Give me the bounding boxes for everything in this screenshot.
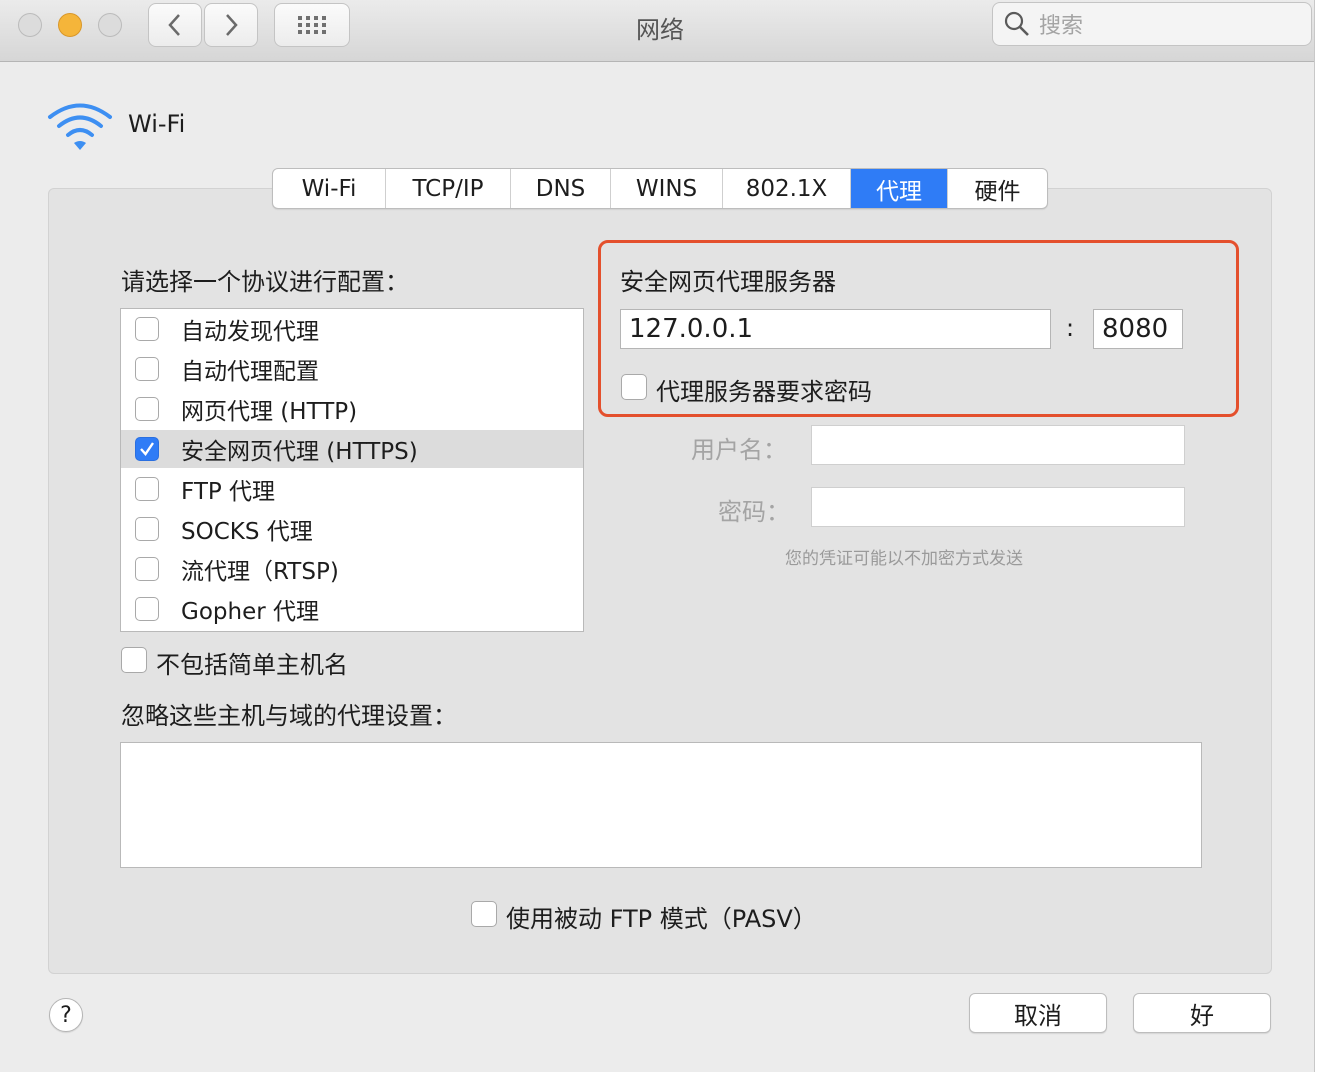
exclude-simple-hostnames-label: 不包括简单主机名 — [156, 651, 348, 679]
tab-wifi[interactable]: Wi-Fi — [273, 169, 386, 208]
chevron-left-icon — [168, 14, 180, 36]
proxy-port-field[interactable]: 8080 — [1093, 309, 1183, 349]
passive-ftp-checkbox[interactable] — [471, 901, 497, 927]
protocol-item-https[interactable]: 安全网页代理 (HTTPS) — [121, 430, 583, 468]
proxy-server-heading: 安全网页代理服务器 — [620, 268, 836, 296]
tab-dns[interactable]: DNS — [511, 169, 611, 208]
passive-ftp-label: 使用被动 FTP 模式（PASV） — [506, 905, 817, 933]
protocol-item-socks[interactable]: SOCKS 代理 — [121, 510, 583, 548]
checkbox[interactable] — [135, 557, 159, 581]
back-button[interactable] — [148, 3, 202, 47]
password-field[interactable] — [811, 487, 1185, 527]
checkbox[interactable] — [135, 397, 159, 421]
wifi-icon — [48, 103, 112, 150]
protocol-item-gopher[interactable]: Gopher 代理 — [121, 590, 583, 628]
checkbox[interactable] — [135, 357, 159, 381]
port-separator: : — [1066, 314, 1075, 342]
protocol-item-ftp[interactable]: FTP 代理 — [121, 470, 583, 508]
network-preferences-window: 网络 搜索 Wi-Fi Wi-Fi TCP/IP DNS WINS 802.1X… — [0, 0, 1314, 1072]
password-label: 密码： — [718, 498, 790, 526]
protocol-label: SOCKS 代理 — [181, 519, 313, 545]
checkmark-icon — [140, 442, 154, 456]
protocol-item-http[interactable]: 网页代理 (HTTP) — [121, 390, 583, 428]
close-window-icon[interactable] — [18, 13, 42, 37]
protocol-item-auto-config[interactable]: 自动代理配置 — [121, 350, 583, 388]
zoom-window-icon[interactable] — [98, 13, 122, 37]
checkbox[interactable] — [135, 477, 159, 501]
forward-button[interactable] — [204, 3, 258, 47]
protocol-label: 自动发现代理 — [181, 319, 319, 345]
tab-proxy[interactable]: 代理 — [851, 169, 948, 208]
checkbox[interactable] — [135, 597, 159, 621]
tab-8021x[interactable]: 802.1X — [723, 169, 851, 208]
tab-bar: Wi-Fi TCP/IP DNS WINS 802.1X 代理 硬件 — [272, 168, 1048, 209]
protocol-label: 网页代理 (HTTP) — [181, 399, 358, 425]
interface-name: Wi-Fi — [128, 110, 186, 138]
window-title: 网络 — [636, 16, 684, 44]
chevron-right-icon — [226, 14, 238, 36]
search-icon — [1004, 11, 1029, 36]
protocol-label: FTP 代理 — [181, 479, 276, 505]
protocol-item-auto-discovery[interactable]: 自动发现代理 — [121, 310, 583, 348]
exclude-simple-hostnames-checkbox[interactable] — [121, 647, 147, 673]
protocol-list[interactable]: 自动发现代理 自动代理配置 网页代理 (HTTP) 安全网页代理 (HTTPS)… — [120, 308, 584, 632]
grid-icon — [298, 16, 326, 34]
background-window-edge — [1314, 0, 1334, 1072]
help-button[interactable]: ? — [49, 998, 83, 1032]
ok-button[interactable]: 好 — [1133, 993, 1271, 1033]
show-all-button[interactable] — [274, 3, 350, 47]
protocol-list-heading: 请选择一个协议进行配置： — [121, 268, 409, 296]
cancel-button[interactable]: 取消 — [969, 993, 1107, 1033]
checkbox[interactable] — [135, 517, 159, 541]
checkbox[interactable] — [135, 317, 159, 341]
checkbox-checked[interactable] — [135, 437, 159, 461]
tab-tcpip[interactable]: TCP/IP — [386, 169, 511, 208]
minimize-window-icon[interactable] — [58, 13, 82, 37]
tab-hardware[interactable]: 硬件 — [948, 169, 1047, 208]
bypass-hosts-textarea[interactable] — [120, 742, 1202, 868]
title-bar: 网络 搜索 — [0, 0, 1314, 62]
requires-password-label: 代理服务器要求密码 — [656, 378, 872, 406]
protocol-label: Gopher 代理 — [181, 599, 319, 625]
username-field[interactable] — [811, 425, 1185, 465]
tab-wins[interactable]: WINS — [611, 169, 723, 208]
search-placeholder: 搜索 — [1039, 14, 1084, 39]
requires-password-checkbox[interactable] — [621, 374, 647, 400]
username-label: 用户名： — [691, 436, 787, 464]
search-field[interactable]: 搜索 — [992, 2, 1312, 46]
bypass-heading: 忽略这些主机与域的代理设置： — [121, 702, 457, 730]
protocol-label: 安全网页代理 (HTTPS) — [181, 439, 418, 465]
protocol-item-rtsp[interactable]: 流代理（RTSP) — [121, 550, 583, 588]
credentials-warning: 您的凭证可能以不加密方式发送 — [785, 549, 1023, 569]
protocol-label: 流代理（RTSP) — [181, 559, 339, 585]
protocol-label: 自动代理配置 — [181, 359, 319, 385]
proxy-host-field[interactable]: 127.0.0.1 — [620, 309, 1051, 349]
